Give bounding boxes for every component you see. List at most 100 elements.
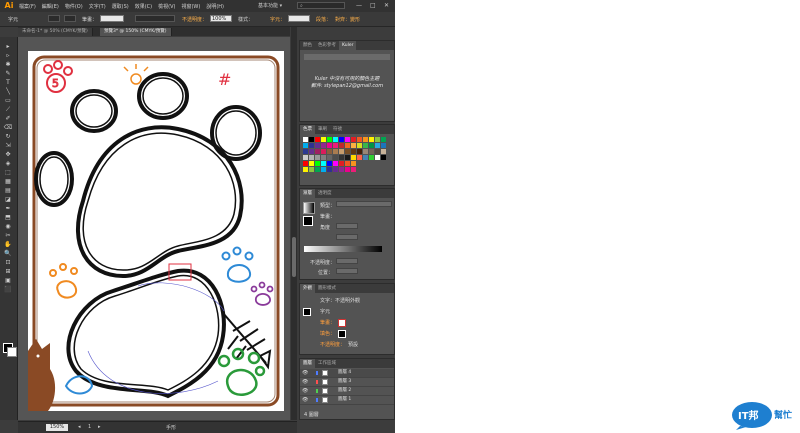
visibility-eye-icon[interactable]: 👁 xyxy=(302,396,308,404)
transform-link[interactable]: 變形 xyxy=(350,16,360,23)
mesh-tool-icon[interactable]: ▦ xyxy=(3,178,13,186)
color-swatch[interactable] xyxy=(315,143,320,148)
tab-color[interactable]: 顏色 xyxy=(300,41,315,50)
color-swatch[interactable] xyxy=(321,137,326,142)
color-swatch[interactable] xyxy=(309,167,314,172)
menu-file[interactable]: 檔案(F) xyxy=(16,3,39,10)
gradient-type-select[interactable] xyxy=(336,201,392,207)
appearance-opacity-label[interactable]: 不透明度： xyxy=(320,341,345,348)
rotate-tool-icon[interactable]: ↻ xyxy=(3,133,13,141)
paragraph-link[interactable]: 段落： xyxy=(316,16,331,23)
color-swatch[interactable] xyxy=(321,143,326,148)
hand-tool-icon[interactable]: ✋ xyxy=(3,241,13,249)
zoom-level[interactable]: 150% xyxy=(46,424,68,431)
vertical-scrollbar[interactable] xyxy=(291,27,297,420)
color-swatch[interactable] xyxy=(381,155,386,160)
menu-select[interactable]: 選取(S) xyxy=(109,3,132,10)
color-swatch[interactable] xyxy=(315,137,320,142)
color-swatch[interactable] xyxy=(339,161,344,166)
color-swatch[interactable] xyxy=(339,137,344,142)
color-swatch[interactable] xyxy=(363,149,368,154)
blend-tool-icon[interactable]: ✒ xyxy=(3,205,13,213)
scissors-tool-icon[interactable]: ✂ xyxy=(3,232,13,240)
character-link[interactable]: 字元： xyxy=(270,16,285,23)
layer-name[interactable]: 圖層 3 xyxy=(338,378,351,386)
color-swatch[interactable] xyxy=(333,155,338,160)
gradient-aspect-input[interactable] xyxy=(336,234,358,240)
gradient-slider[interactable] xyxy=(304,246,382,252)
kuler-search-field[interactable] xyxy=(304,54,390,60)
color-swatch[interactable] xyxy=(339,155,344,160)
canvas-area[interactable]: 5 # xyxy=(18,37,290,420)
menu-effect[interactable]: 效果(C) xyxy=(132,3,155,10)
layer-row[interactable]: 👁 圖層 3 xyxy=(300,378,394,387)
stroke-weight-input[interactable] xyxy=(100,15,124,22)
color-swatch[interactable] xyxy=(357,149,362,154)
gradient-preview[interactable] xyxy=(303,202,315,214)
screen-mode-icon[interactable]: ⬛ xyxy=(3,286,13,294)
visibility-eye-icon[interactable]: 👁 xyxy=(302,378,308,386)
color-swatch[interactable] xyxy=(327,149,332,154)
menu-window[interactable]: 視窗(W) xyxy=(178,3,203,10)
color-swatch[interactable] xyxy=(381,143,386,148)
color-swatch[interactable] xyxy=(303,155,308,160)
color-swatch[interactable] xyxy=(381,137,386,142)
color-swatch[interactable] xyxy=(333,161,338,166)
eyedropper-tool-icon[interactable]: ◪ xyxy=(3,196,13,204)
color-swatch[interactable] xyxy=(309,161,314,166)
color-swatch[interactable] xyxy=(339,149,344,154)
color-swatch[interactable] xyxy=(327,161,332,166)
paintbrush-tool-icon[interactable]: ⟋ xyxy=(3,106,13,114)
artboard-tool-icon[interactable]: ⊡ xyxy=(3,259,13,267)
selection-tool-icon[interactable]: ▸ xyxy=(3,43,13,51)
color-swatch[interactable] xyxy=(321,149,326,154)
tab-layers[interactable]: 圖層 xyxy=(300,359,315,368)
type-tool-icon[interactable]: T xyxy=(3,79,13,87)
color-swatch[interactable] xyxy=(339,143,344,148)
color-swatch[interactable] xyxy=(351,137,356,142)
color-swatch[interactable] xyxy=(321,161,326,166)
appearance-stroke-swatch[interactable] xyxy=(338,319,346,327)
minimize-button[interactable]: — xyxy=(356,2,362,9)
color-swatch[interactable] xyxy=(327,167,332,172)
color-swatch[interactable] xyxy=(351,149,356,154)
tab-artboards[interactable]: 工作區域 xyxy=(315,359,339,368)
color-swatch[interactable] xyxy=(309,155,314,160)
color-swatch[interactable] xyxy=(309,149,314,154)
font-family-input[interactable] xyxy=(288,15,310,22)
tab-transparency[interactable]: 透明度 xyxy=(315,189,335,198)
swatch-grid[interactable] xyxy=(303,137,391,177)
color-swatch[interactable] xyxy=(351,161,356,166)
visibility-eye-icon[interactable]: 👁 xyxy=(302,369,308,377)
tab-graphic-styles[interactable]: 圖形樣式 xyxy=(315,284,339,293)
color-swatch[interactable] xyxy=(351,155,356,160)
color-swatch[interactable] xyxy=(309,137,314,142)
color-swatch[interactable] xyxy=(345,149,350,154)
menu-view[interactable]: 檢視(V) xyxy=(155,3,178,10)
color-swatch[interactable] xyxy=(357,155,362,160)
color-swatch[interactable] xyxy=(345,143,350,148)
menu-help[interactable]: 說明(H) xyxy=(203,3,227,10)
menu-type[interactable]: 文字(T) xyxy=(86,3,109,10)
appearance-fill-swatch[interactable] xyxy=(338,330,346,338)
magic-wand-tool-icon[interactable]: ✱ xyxy=(3,61,13,69)
doc-tab-1[interactable]: 未命名-1* @ 50% (CMYK/預覽) xyxy=(18,28,93,36)
color-swatch[interactable] xyxy=(303,161,308,166)
stroke-color-swatch[interactable] xyxy=(64,15,76,22)
rectangle-tool-icon[interactable]: ▭ xyxy=(3,97,13,105)
color-swatch[interactable] xyxy=(315,149,320,154)
draw-mode-icon[interactable]: ▣ xyxy=(3,277,13,285)
tab-gradient[interactable]: 漸層 xyxy=(300,189,315,198)
color-swatch[interactable] xyxy=(303,143,308,148)
menu-edit[interactable]: 編輯(E) xyxy=(39,3,62,10)
color-swatch[interactable] xyxy=(357,137,362,142)
pencil-tool-icon[interactable]: ✐ xyxy=(3,115,13,123)
color-swatch[interactable] xyxy=(303,149,308,154)
color-swatch[interactable] xyxy=(375,155,380,160)
align-link[interactable]: 對齊： xyxy=(335,16,350,23)
color-swatch[interactable] xyxy=(375,143,380,148)
color-swatch[interactable] xyxy=(309,143,314,148)
layer-row[interactable]: 👁 圖層 4 xyxy=(300,369,394,378)
color-swatch[interactable] xyxy=(333,143,338,148)
color-swatch[interactable] xyxy=(369,155,374,160)
